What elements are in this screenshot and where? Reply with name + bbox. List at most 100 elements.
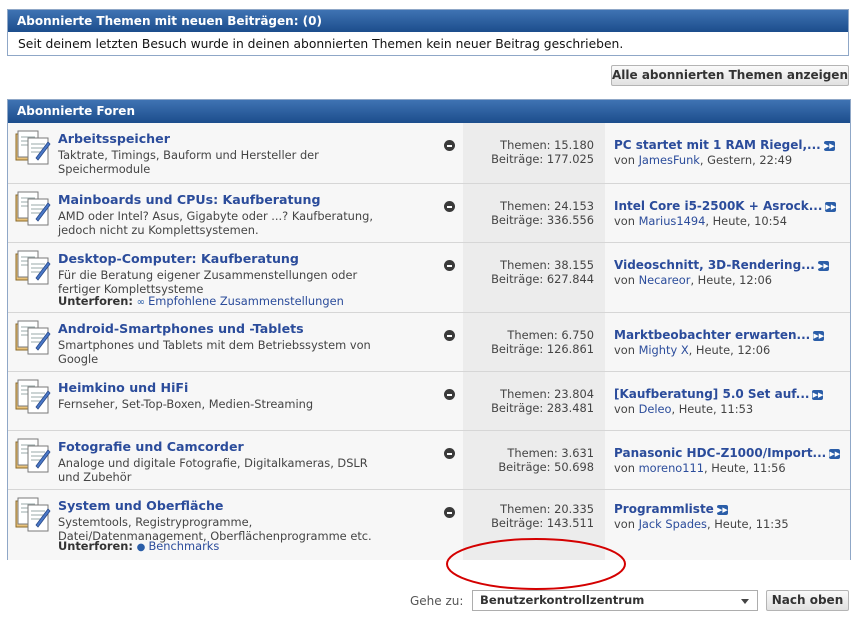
last-post-by: von (614, 402, 635, 416)
go-to-last-post-icon[interactable]: ▶▶ (812, 389, 824, 400)
subscribed-threads-header: Abonnierte Themen mit neuen Beiträgen: (… (8, 10, 848, 32)
last-post-title: Programmliste ▶▶ (614, 502, 728, 516)
unsubscribe-icon[interactable] (444, 330, 455, 341)
last-post-link[interactable]: Videoschnitt, 3D-Rendering... (614, 258, 815, 272)
last-post-by: von (614, 343, 635, 357)
chevron-down-icon (741, 599, 749, 604)
last-post-meta: von moreno111, Heute, 11:56 (614, 461, 786, 475)
forum-status-icon (14, 128, 52, 166)
forum-description: Taktrate, Timings, Bauform und Herstelle… (58, 148, 319, 176)
post-count: Beiträge: 143.511 (491, 516, 594, 530)
forum-row: Arbeitsspeicher Taktrate, Timings, Baufor… (8, 123, 850, 183)
last-post-link[interactable]: Programmliste (614, 502, 714, 516)
forum-description: Analoge und digitale Fotografie, Digital… (58, 456, 368, 484)
last-post-title: [Kaufberatung] 5.0 Set auf... ▶▶ (614, 387, 824, 401)
annotation-ellipse (446, 538, 626, 590)
thread-count: Themen: 15.180 (500, 138, 594, 152)
last-post-title: Intel Core i5-2500K + Asrock... ▶▶ (614, 199, 837, 213)
last-post-title: Videoschnitt, 3D-Rendering... ▶▶ (614, 258, 829, 272)
subforum-link[interactable]: Empfohlene Zusammenstellungen (148, 294, 344, 308)
forum-status-icon (14, 495, 52, 533)
goto-label: Gehe zu: (410, 594, 464, 608)
thread-count: Themen: 24.153 (500, 199, 594, 213)
last-post-time: , Heute, 12:06 (688, 343, 771, 357)
last-post-by: von (614, 517, 635, 531)
last-post-by: von (614, 214, 635, 228)
unsubscribe-icon[interactable] (444, 448, 455, 459)
go-to-last-post-icon[interactable]: ▶▶ (716, 504, 728, 515)
last-post-user[interactable]: Jack Spades (639, 517, 707, 531)
last-post-by: von (614, 273, 635, 287)
unsubscribe-icon[interactable] (444, 201, 455, 212)
back-to-top-button[interactable]: Nach oben (766, 590, 849, 611)
forum-description: Fernseher, Set-Top-Boxen, Medien-Streami… (58, 397, 314, 411)
forum-row: Fotografie und Camcorder Analoge und digi… (8, 430, 850, 489)
goto-select-value: Benutzerkontrollzentrum (480, 593, 645, 607)
last-post-meta: von Necareor, Heute, 12:06 (614, 273, 772, 287)
last-post-link[interactable]: Marktbeobachter erwarten... (614, 328, 810, 342)
last-post-time: , Heute, 12:06 (690, 273, 773, 287)
last-post-user[interactable]: Deleo (639, 402, 672, 416)
forum-title-link[interactable]: Android-Smartphones und -Tablets (58, 321, 304, 336)
forum-stats: Themen: 24.153 Beiträge: 336.556 (491, 199, 594, 227)
show-all-subscribed-threads-button[interactable]: Alle abonnierten Themen anzeigen (611, 65, 849, 86)
last-post-link[interactable]: Panasonic HDC-Z1000/Import... (614, 446, 826, 460)
last-post-user[interactable]: Mighty X (639, 343, 689, 357)
thread-count: Themen: 3.631 (507, 446, 594, 460)
go-to-last-post-icon[interactable]: ▶▶ (829, 448, 841, 459)
last-post-meta: von Jack Spades, Heute, 11:35 (614, 517, 789, 531)
last-post-link[interactable]: [Kaufberatung] 5.0 Set auf... (614, 387, 809, 401)
forum-title-link[interactable]: Fotografie und Camcorder (58, 439, 244, 454)
forum-row: Desktop-Computer: Kaufberatung Für die Be… (8, 242, 850, 312)
forum-title-link[interactable]: Desktop-Computer: Kaufberatung (58, 251, 299, 266)
unsubscribe-icon[interactable] (444, 507, 455, 518)
go-to-last-post-icon[interactable]: ▶▶ (825, 201, 837, 212)
subforums-line: Unterforen: ● Benchmarks (58, 539, 219, 553)
last-post-link[interactable]: PC startet mit 1 RAM Riegel,... (614, 138, 821, 152)
thread-count: Themen: 6.750 (507, 328, 594, 342)
unsubscribe-icon[interactable] (444, 260, 455, 271)
subforum-link[interactable]: Benchmarks (148, 539, 219, 553)
last-post-link[interactable]: Intel Core i5-2500K + Asrock... (614, 199, 822, 213)
post-count: Beiträge: 126.861 (491, 342, 594, 356)
forum-title-link[interactable]: Arbeitsspeicher (58, 131, 170, 146)
forum-status-icon (14, 377, 52, 415)
forum-title-link[interactable]: Heimkino und HiFi (58, 380, 188, 395)
goto-select[interactable]: Benutzerkontrollzentrum (472, 590, 758, 611)
go-to-last-post-icon[interactable]: ▶▶ (817, 260, 829, 271)
go-to-last-post-icon[interactable]: ▶▶ (823, 140, 835, 151)
last-post-title: PC startet mit 1 RAM Riegel,... ▶▶ (614, 138, 835, 152)
last-post-user[interactable]: Necareor (639, 273, 691, 287)
subscribed-forums-header: Abonnierte Foren (8, 100, 850, 123)
forum-status-icon (14, 318, 52, 356)
forum-stats: Themen: 6.750 Beiträge: 126.861 (491, 328, 594, 356)
last-post-user[interactable]: Marius1494 (639, 214, 706, 228)
comment-icon: ● (136, 542, 149, 553)
forum-status-icon (14, 436, 52, 474)
thread-count: Themen: 38.155 (500, 258, 594, 272)
last-post-meta: von Marius1494, Heute, 10:54 (614, 214, 787, 228)
forum-title-link[interactable]: Mainboards und CPUs: Kaufberatung (58, 192, 320, 207)
forum-title-link[interactable]: System und Oberfläche (58, 498, 223, 513)
forum-description: Für die Beratung eigener Zusammenstellun… (58, 268, 358, 296)
last-post-user[interactable]: moreno111 (639, 461, 704, 475)
post-count: Beiträge: 627.844 (491, 272, 594, 286)
forum-description: Smartphones und Tablets mit dem Betriebs… (58, 338, 371, 366)
last-post-title: Panasonic HDC-Z1000/Import... ▶▶ (614, 446, 841, 460)
forum-row: System und Oberfläche Systemtools, Regist… (8, 489, 850, 560)
thread-count: Themen: 23.804 (500, 387, 594, 401)
subforums-line: Unterforen: ∞ Empfohlene Zusammenstellun… (58, 294, 344, 308)
thread-count: Themen: 20.335 (500, 502, 594, 516)
forum-stats: Themen: 3.631 Beiträge: 50.698 (498, 446, 594, 474)
unsubscribe-icon[interactable] (444, 140, 455, 151)
subscribed-threads-panel: Abonnierte Themen mit neuen Beiträgen: (… (7, 9, 849, 56)
last-post-time: , Heute, 10:54 (705, 214, 787, 228)
post-count: Beiträge: 50.698 (498, 460, 594, 474)
last-post-meta: von JamesFunk, Gestern, 22:49 (614, 153, 792, 167)
last-post-user[interactable]: JamesFunk (639, 153, 700, 167)
go-to-last-post-icon[interactable]: ▶▶ (813, 330, 825, 341)
last-post-time: , Heute, 11:35 (707, 517, 789, 531)
forum-row: Mainboards und CPUs: Kaufberatung AMD ode… (8, 183, 850, 242)
unsubscribe-icon[interactable] (444, 389, 455, 400)
forum-stats: Themen: 38.155 Beiträge: 627.844 (491, 258, 594, 286)
